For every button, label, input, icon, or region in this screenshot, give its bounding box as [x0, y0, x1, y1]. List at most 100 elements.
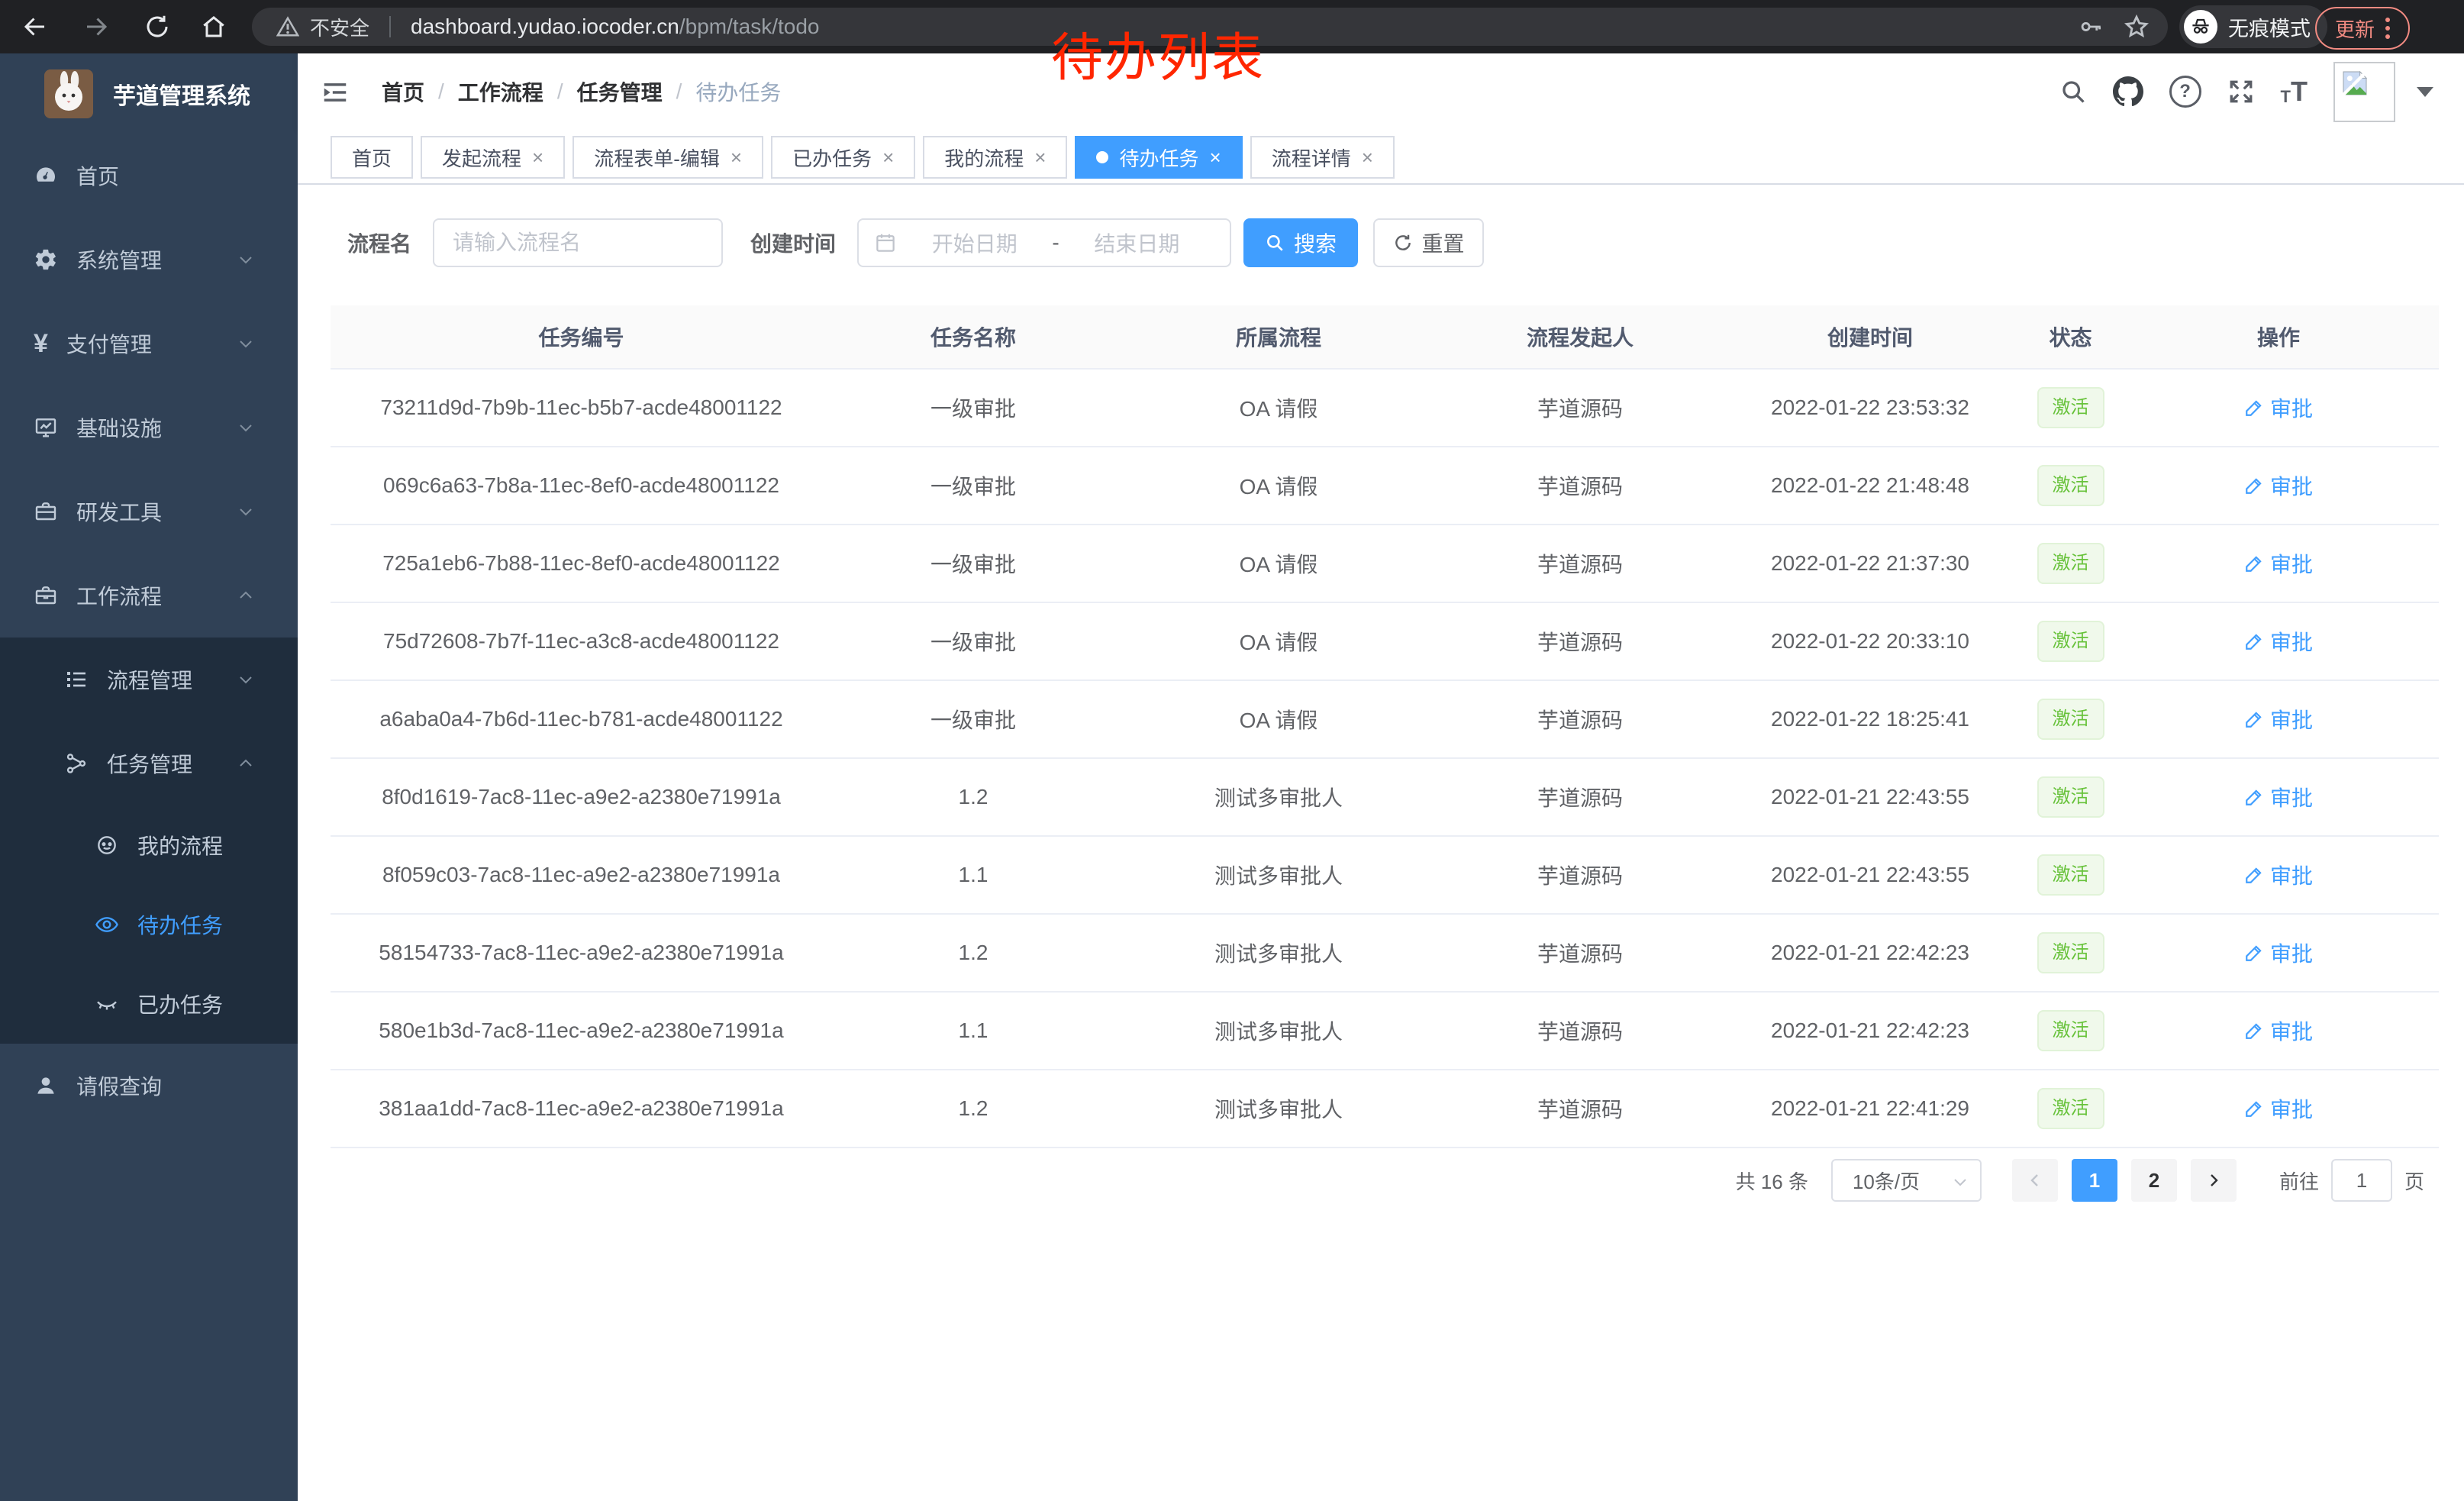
- table-row: 8f059c03-7ac8-11ec-a9e2-a2380e71991a 1.1…: [331, 836, 2439, 914]
- font-size-icon[interactable]: TT: [2281, 78, 2308, 105]
- approve-button[interactable]: 审批: [2244, 1093, 2313, 1124]
- tag-process-form-edit[interactable]: 流程表单-编辑×: [572, 136, 763, 179]
- breadcrumb: 首页 / 工作流程 / 任务管理 / 待办任务: [382, 53, 781, 130]
- cell-create-time: 2022-01-21 22:43:55: [1717, 836, 2023, 914]
- sidebar-item-label: 研发工具: [76, 496, 162, 527]
- status-badge: 激活: [2037, 621, 2104, 662]
- page-button-1[interactable]: 1: [2072, 1159, 2117, 1202]
- password-key-icon[interactable]: [2078, 14, 2104, 40]
- sidebar-item-label: 已办任务: [137, 989, 223, 1019]
- url-path[interactable]: /bpm/task/todo: [679, 15, 820, 39]
- url-domain[interactable]: dashboard.yudao.iocoder.cn: [411, 15, 679, 39]
- reload-icon[interactable]: [144, 13, 171, 40]
- tag-done-tasks[interactable]: 已办任务×: [771, 136, 915, 179]
- cell-starter: 芋道源码: [1443, 758, 1717, 836]
- fullscreen-icon[interactable]: [2227, 78, 2255, 105]
- security-warning-label[interactable]: 不安全: [310, 13, 369, 41]
- sidebar-item-process-management[interactable]: 流程管理: [0, 638, 298, 721]
- sidebar-item-home[interactable]: 首页: [0, 134, 298, 218]
- page-button-2[interactable]: 2: [2131, 1159, 2177, 1202]
- approve-button[interactable]: 审批: [2244, 470, 2313, 501]
- edit-pen-icon: [2244, 787, 2264, 807]
- sidebar-item-dev-tools[interactable]: 研发工具: [0, 470, 298, 554]
- tag-home[interactable]: 首页: [331, 136, 413, 179]
- end-date-placeholder[interactable]: 结束日期: [1059, 228, 1214, 258]
- reset-button[interactable]: 重置: [1373, 218, 1484, 267]
- table-row: 069c6a63-7b8a-11ec-8ef0-acde48001122 一级审…: [331, 447, 2439, 525]
- cell-process: 测试多审批人: [1114, 914, 1443, 992]
- pagination: 共 16 条 10条/页 1 2 前往 页: [1736, 1159, 2424, 1202]
- approve-button[interactable]: 审批: [2244, 548, 2313, 579]
- breadcrumb-task-management[interactable]: 任务管理: [577, 76, 663, 107]
- security-warning-icon[interactable]: [276, 15, 299, 38]
- kebab-menu-icon[interactable]: [2385, 18, 2390, 39]
- breadcrumb-separator: /: [438, 79, 444, 104]
- avatar[interactable]: [2333, 62, 2395, 122]
- active-dot-icon: [1096, 151, 1108, 163]
- broken-image-icon: [2340, 68, 2370, 98]
- goto-label: 前往: [2279, 1167, 2319, 1195]
- forward-icon[interactable]: [82, 13, 110, 40]
- prev-page-button[interactable]: [2012, 1159, 2058, 1202]
- sidebar-collapse-icon[interactable]: [321, 78, 350, 107]
- app-logo[interactable]: 芋道管理系统: [0, 53, 298, 134]
- start-date-placeholder[interactable]: 开始日期: [897, 228, 1052, 258]
- browser-menu-update-button[interactable]: 更新: [2315, 7, 2410, 50]
- tag-todo-tasks-active[interactable]: 待办任务×: [1075, 136, 1242, 179]
- approve-button[interactable]: 审批: [2244, 782, 2313, 812]
- process-name-input[interactable]: [433, 218, 723, 267]
- avatar-caret-icon[interactable]: [2417, 87, 2433, 97]
- close-icon[interactable]: ×: [532, 146, 543, 169]
- goto-page-input[interactable]: [2331, 1159, 2392, 1202]
- col-task-name: 任务名称: [832, 305, 1114, 369]
- sidebar-item-system[interactable]: 系统管理: [0, 218, 298, 302]
- status-badge: 激活: [2037, 543, 2104, 584]
- approve-button[interactable]: 审批: [2244, 938, 2313, 968]
- sidebar-item-infrastructure[interactable]: 基础设施: [0, 386, 298, 470]
- sidebar-item-task-management[interactable]: 任务管理: [0, 721, 298, 805]
- approve-button[interactable]: 审批: [2244, 704, 2313, 734]
- search-icon[interactable]: [2059, 78, 2087, 105]
- cell-process: 测试多审批人: [1114, 992, 1443, 1070]
- breadcrumb-workflow[interactable]: 工作流程: [458, 76, 543, 107]
- help-icon[interactable]: ?: [2169, 76, 2201, 108]
- refresh-icon: [1393, 233, 1413, 253]
- tag-process-detail[interactable]: 流程详情×: [1250, 136, 1395, 179]
- date-range-picker[interactable]: 开始日期 - 结束日期: [857, 218, 1231, 267]
- chevron-down-icon: [237, 250, 255, 269]
- next-page-button[interactable]: [2191, 1159, 2237, 1202]
- cell-create-time: 2022-01-22 20:33:10: [1717, 602, 2023, 680]
- close-icon[interactable]: ×: [1210, 146, 1221, 169]
- close-icon[interactable]: ×: [1362, 146, 1373, 169]
- update-label[interactable]: 更新: [2335, 15, 2375, 43]
- tag-start-process[interactable]: 发起流程×: [421, 136, 565, 179]
- page-size-select[interactable]: 10条/页: [1831, 1159, 1982, 1202]
- tag-my-processes[interactable]: 我的流程×: [923, 136, 1067, 179]
- urlbar-divider: [389, 16, 391, 37]
- search-button[interactable]: 搜索: [1243, 218, 1358, 267]
- approve-button[interactable]: 审批: [2244, 860, 2313, 890]
- breadcrumb-home[interactable]: 首页: [382, 76, 424, 107]
- sidebar-item-my-processes[interactable]: 我的流程: [0, 805, 298, 885]
- sidebar-item-todo-tasks[interactable]: 待办任务: [0, 885, 298, 964]
- approve-button[interactable]: 审批: [2244, 392, 2313, 423]
- bookmark-star-icon[interactable]: [2124, 14, 2150, 40]
- home-icon[interactable]: [200, 13, 227, 40]
- sidebar-item-done-tasks[interactable]: 已办任务: [0, 964, 298, 1044]
- approve-button[interactable]: 审批: [2244, 626, 2313, 657]
- sidebar-item-leave-query[interactable]: 请假查询: [0, 1044, 298, 1128]
- github-icon[interactable]: [2113, 76, 2143, 107]
- chevron-right-icon: [2204, 1171, 2223, 1190]
- approve-button[interactable]: 审批: [2244, 1015, 2313, 1046]
- close-icon[interactable]: ×: [882, 146, 894, 169]
- sidebar-item-payment[interactable]: ¥ 支付管理: [0, 302, 298, 386]
- approve-label: 审批: [2270, 626, 2313, 657]
- close-icon[interactable]: ×: [1034, 146, 1046, 169]
- approve-label: 审批: [2270, 860, 2313, 890]
- cell-process: OA 请假: [1114, 602, 1443, 680]
- close-icon[interactable]: ×: [730, 146, 742, 169]
- app-title: 芋道管理系统: [113, 77, 250, 111]
- sidebar-item-workflow[interactable]: 工作流程: [0, 554, 298, 638]
- back-icon[interactable]: [21, 13, 49, 40]
- total-count: 共 16 条: [1736, 1167, 1808, 1195]
